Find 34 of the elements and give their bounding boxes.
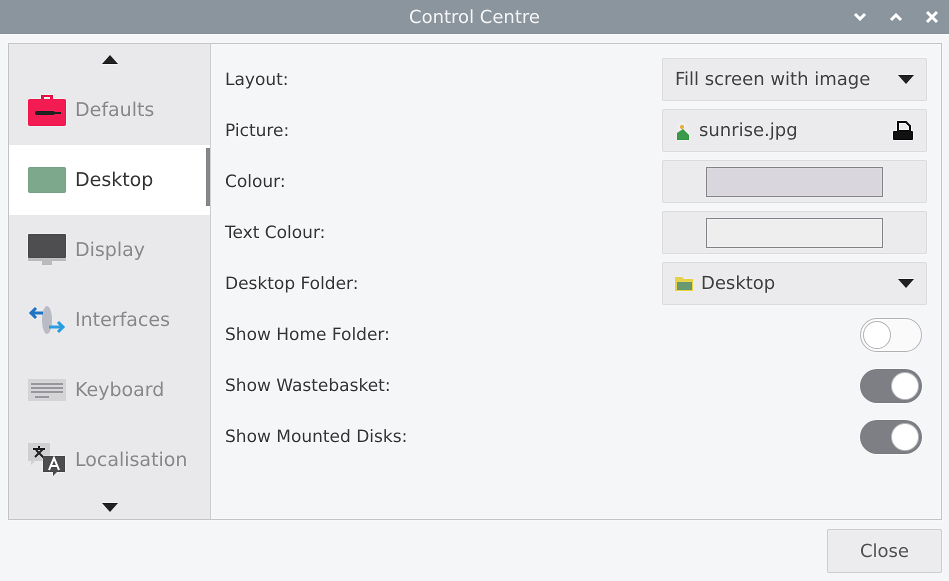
toggle-switch[interactable]: [860, 368, 922, 402]
scroll-down-arrow[interactable]: [102, 502, 118, 512]
setting-label: Layout:: [225, 70, 289, 90]
setting-label: Text Colour:: [225, 222, 326, 242]
close-button[interactable]: Close: [827, 529, 942, 573]
setting-label: Show Mounted Disks:: [225, 426, 408, 446]
toggle-switch[interactable]: [860, 318, 922, 352]
setting-label: Show Wastebasket:: [225, 376, 391, 396]
translate-icon: [27, 442, 67, 478]
scroll-up-arrow[interactable]: [102, 55, 118, 64]
toolbox-icon: [27, 93, 67, 128]
minimize-button[interactable]: [853, 12, 867, 22]
layout-dropdown[interactable]: Fill screen with image: [662, 58, 927, 101]
sidebar-item[interactable]: Desktop: [9, 145, 210, 216]
monitor-icon: [27, 233, 67, 268]
desktop-icon: [27, 166, 67, 194]
dropdown-arrow-icon: [898, 279, 914, 288]
file-chooser[interactable]: sunrise.jpg: [662, 109, 927, 152]
colour-button[interactable]: [662, 160, 927, 203]
setting-label: Desktop Folder:: [225, 274, 358, 294]
setting-label: Picture:: [225, 120, 290, 140]
toggle-switch[interactable]: [860, 420, 922, 454]
keyboard-icon: [27, 378, 67, 402]
folder-dropdown[interactable]: Desktop: [662, 262, 927, 305]
window-title: Control Centre: [409, 6, 540, 28]
folder-icon: [675, 276, 693, 290]
dropdown-arrow-icon: [898, 75, 914, 84]
maximize-button[interactable]: [889, 12, 903, 22]
setting-label: Colour:: [225, 172, 286, 192]
setting-label: Show Home Folder:: [225, 324, 390, 344]
close-icon[interactable]: [925, 10, 939, 24]
printer-icon: [892, 120, 914, 140]
colour-button[interactable]: [662, 211, 927, 254]
scrollbar-thumb[interactable]: [206, 148, 210, 206]
